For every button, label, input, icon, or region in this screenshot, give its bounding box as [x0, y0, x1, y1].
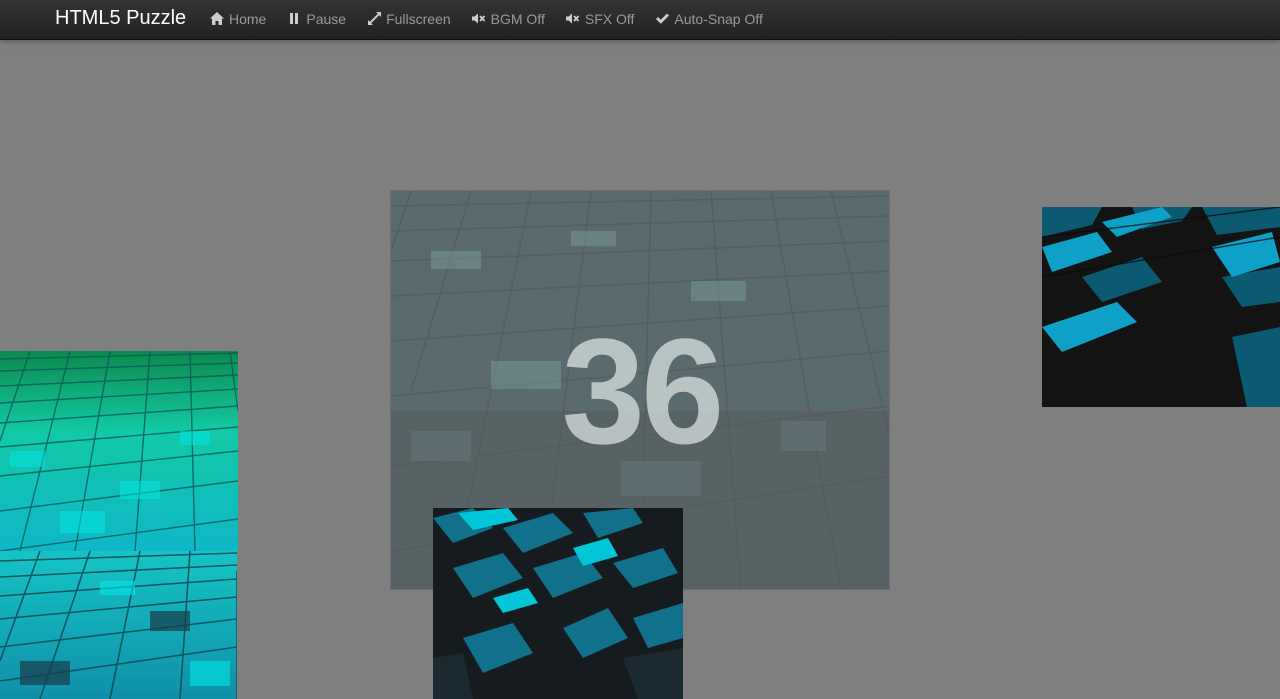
piece-image [1042, 207, 1280, 407]
volume-off-icon [565, 12, 580, 26]
home-button[interactable]: Home [210, 11, 266, 27]
brand-title[interactable]: HTML5 Puzzle [55, 6, 186, 30]
auto-snap-toggle[interactable]: Auto-Snap Off [655, 10, 763, 27]
bgm-toggle[interactable]: BGM Off [471, 10, 545, 27]
puzzle-piece[interactable] [433, 508, 683, 699]
puzzle-piece[interactable] [0, 551, 237, 699]
nav-menu: Home Pause Fullscreen BGM Off SFX Off Au… [210, 0, 784, 37]
pause-icon [287, 12, 301, 26]
volume-off-icon [471, 12, 486, 26]
check-icon [655, 12, 669, 26]
pause-label: Pause [306, 10, 347, 27]
home-icon [210, 12, 224, 26]
fullscreen-button[interactable]: Fullscreen [367, 11, 451, 27]
auto-snap-label: Auto-Snap Off [674, 10, 763, 27]
piece-image [0, 551, 237, 699]
fullscreen-label: Fullscreen [386, 10, 451, 27]
bgm-label: BGM Off [490, 10, 545, 27]
pause-button[interactable]: Pause [287, 11, 346, 27]
piece-image [433, 508, 683, 699]
home-label: Home [229, 10, 267, 27]
sfx-label: SFX Off [584, 10, 635, 27]
puzzle-piece[interactable] [0, 351, 238, 551]
puzzle-piece[interactable] [1042, 207, 1280, 407]
top-navbar: HTML5 Puzzle Home Pause Fullscreen BGM O… [0, 0, 1280, 40]
sfx-toggle[interactable]: SFX Off [565, 10, 635, 27]
fullscreen-icon [367, 12, 381, 26]
piece-image [0, 351, 238, 551]
